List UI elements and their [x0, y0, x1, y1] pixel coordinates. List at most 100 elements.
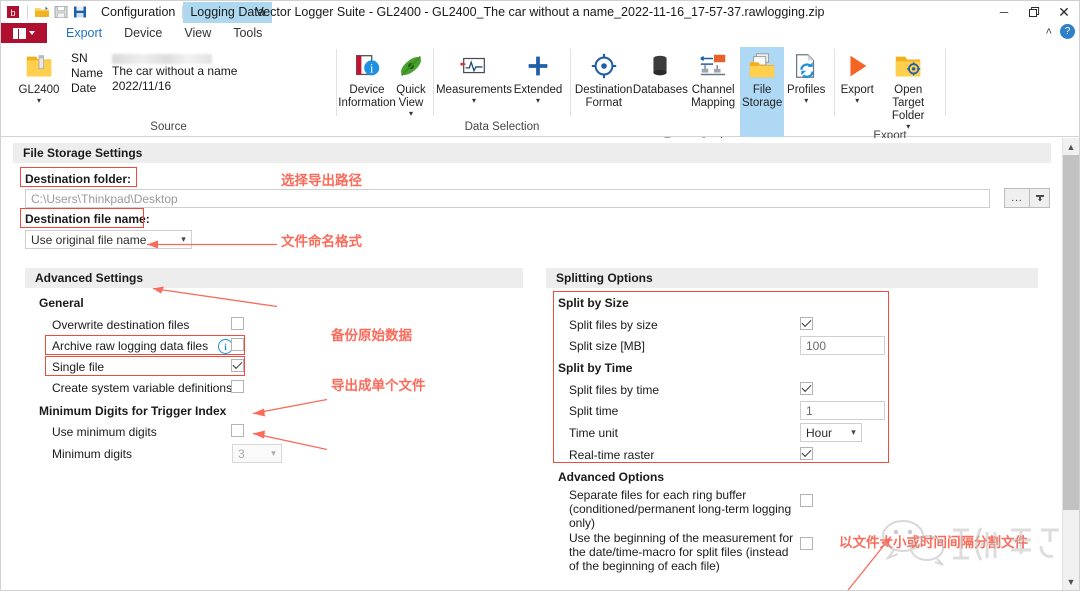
- separate-files-ring-buffer-checkbox[interactable]: [800, 494, 813, 507]
- overwrite-destination-files-checkbox[interactable]: [231, 317, 244, 330]
- device-information-icon: i: [352, 51, 382, 81]
- menu-bar: Configuration Logging Data: [94, 2, 272, 23]
- use-minimum-digits-checkbox[interactable]: [231, 424, 244, 437]
- time-unit-value: Hour: [806, 426, 832, 440]
- create-system-variable-definitions-checkbox[interactable]: [231, 380, 244, 393]
- time-unit-label: Time unit: [569, 426, 618, 440]
- destination-format-label: Destination Format: [573, 84, 634, 110]
- split-files-by-size-label: Split files by size: [569, 318, 658, 332]
- quick-view-dropdown-caret-icon[interactable]: ▾: [409, 110, 413, 117]
- annotation-select-export-path: 选择导出路径: [281, 169, 362, 189]
- application-window: b Configuration Logging Data Vector Logg…: [0, 0, 1080, 591]
- save-as-icon[interactable]: [72, 4, 88, 20]
- ribbon-tab-row: Export Device View Tools ˄ ?: [1, 23, 1079, 43]
- menu-item-logging-data[interactable]: Logging Data: [183, 2, 271, 23]
- collapse-ribbon-icon[interactable]: ˄: [1046, 26, 1052, 38]
- tab-view[interactable]: View: [173, 23, 222, 43]
- export-dropdown-caret-icon[interactable]: ▾: [855, 97, 859, 104]
- close-button[interactable]: ✕: [1049, 1, 1079, 23]
- export-button[interactable]: Export ▾: [837, 47, 877, 104]
- channel-mapping-button[interactable]: Channel Mapping: [686, 47, 739, 110]
- profiles-dropdown-caret-icon[interactable]: ▾: [804, 97, 808, 104]
- quick-view-button[interactable]: Quick View ▾: [395, 47, 427, 117]
- file-menu-icon: [13, 28, 35, 39]
- archive-raw-logging-data-files-label: Archive raw logging data files: [52, 339, 208, 353]
- group-label-source: Source: [1, 121, 336, 136]
- minimize-button[interactable]: ─: [989, 1, 1019, 23]
- device-dropdown-caret-icon[interactable]: ▾: [37, 97, 41, 104]
- annotation-backup-raw-data: 备份原始数据: [331, 324, 412, 344]
- source-value-date: 2022/11/16: [112, 79, 237, 94]
- group-divider-5: [945, 49, 946, 116]
- advanced-settings-header: Advanced Settings: [25, 268, 523, 288]
- destination-folder-browse-group: ...: [1004, 188, 1050, 208]
- save-icon[interactable]: [53, 4, 69, 20]
- tab-device[interactable]: Device: [113, 23, 173, 43]
- device-information-label: Device Information: [338, 84, 396, 110]
- real-time-raster-checkbox[interactable]: [800, 447, 813, 460]
- open-target-folder-icon: [893, 51, 923, 81]
- use-measurement-beginning-label: Use the beginning of the measurement for…: [569, 531, 797, 573]
- channel-mapping-label: Channel Mapping: [686, 84, 739, 110]
- extended-button[interactable]: Extended ▾: [512, 47, 564, 104]
- tab-export[interactable]: Export: [55, 23, 113, 43]
- chevron-down-icon[interactable]: ▾: [176, 231, 191, 248]
- device-gl2400-button[interactable]: GL2400 ▾: [7, 47, 71, 104]
- destination-file-name-value: Use original file name: [31, 233, 146, 247]
- window-controls: ─ ✕: [989, 1, 1079, 23]
- source-value-name: The car without a name: [112, 64, 237, 79]
- split-size-input[interactable]: 100: [800, 336, 885, 355]
- device-information-button[interactable]: i Device Information: [339, 47, 395, 110]
- source-key-sn: SN: [71, 51, 103, 66]
- open-target-folder-dropdown-caret-icon[interactable]: ▾: [906, 123, 910, 130]
- split-time-input[interactable]: 1: [800, 401, 885, 420]
- advanced-options-label: Advanced Options: [558, 470, 664, 484]
- app-icon[interactable]: b: [5, 4, 21, 20]
- ribbon-subgroup-device: i Device Information Quick View ▾: [337, 43, 433, 136]
- menu-item-configuration[interactable]: Configuration: [94, 2, 182, 23]
- device-folder-icon: [24, 51, 54, 81]
- open-target-folder-button[interactable]: Open Target Folder ▾: [877, 47, 939, 130]
- archive-raw-logging-data-files-checkbox[interactable]: [231, 338, 244, 351]
- open-target-folder-label: Open Target Folder: [877, 84, 939, 123]
- splitting-options-header: Splitting Options: [546, 268, 1038, 288]
- maximize-button[interactable]: [1019, 1, 1049, 23]
- extended-dropdown-caret-icon[interactable]: ▾: [536, 97, 540, 104]
- databases-icon: [645, 51, 675, 81]
- content-area: ▲ ▼ File Storage Settings Destination fo…: [1, 138, 1079, 590]
- scroll-down-button[interactable]: ▼: [1063, 573, 1079, 590]
- measurements-dropdown-caret-icon[interactable]: ▾: [472, 97, 476, 104]
- destination-format-icon: [589, 51, 619, 81]
- time-unit-select[interactable]: Hour ▾: [800, 423, 862, 442]
- single-file-checkbox[interactable]: [231, 359, 244, 372]
- profiles-button[interactable]: Profiles ▾: [784, 47, 828, 104]
- destination-file-name-select[interactable]: Use original file name ▾: [25, 230, 192, 249]
- file-menu-button[interactable]: [1, 23, 47, 43]
- time-unit-chevron-icon[interactable]: ▾: [846, 424, 861, 441]
- general-label: General: [39, 296, 84, 310]
- use-measurement-beginning-checkbox[interactable]: [800, 537, 813, 550]
- single-file-label: Single file: [52, 360, 104, 374]
- scrollbar-thumb[interactable]: [1063, 155, 1079, 510]
- vertical-scrollbar[interactable]: ▲ ▼: [1062, 138, 1079, 590]
- minimum-digits-chevron-icon[interactable]: ▾: [266, 445, 281, 462]
- browse-button[interactable]: ...: [1004, 188, 1030, 208]
- destination-folder-input[interactable]: C:\Users\Thinkpad\Desktop: [25, 189, 990, 208]
- databases-button[interactable]: Databases: [634, 47, 686, 97]
- file-storage-settings-header: File Storage Settings: [13, 143, 1051, 163]
- destination-format-button[interactable]: Destination Format: [573, 47, 634, 110]
- browse-dropdown-button[interactable]: [1030, 188, 1050, 208]
- tab-tools[interactable]: Tools: [222, 23, 273, 43]
- open-icon[interactable]: [34, 4, 50, 20]
- file-storage-button[interactable]: File Storage: [740, 47, 785, 137]
- scroll-up-button[interactable]: ▲: [1063, 138, 1079, 155]
- extended-plus-icon: [523, 51, 553, 81]
- split-files-by-time-checkbox[interactable]: [800, 382, 813, 395]
- help-icon[interactable]: ?: [1060, 24, 1075, 39]
- file-storage-label: File Storage: [740, 84, 785, 110]
- minimum-digits-select[interactable]: 3 ▾: [232, 444, 282, 463]
- source-value-sn: [112, 54, 212, 64]
- split-files-by-size-checkbox[interactable]: [800, 317, 813, 330]
- measurements-button[interactable]: Measurements ▾: [436, 47, 512, 104]
- split-by-size-label: Split by Size: [558, 296, 629, 310]
